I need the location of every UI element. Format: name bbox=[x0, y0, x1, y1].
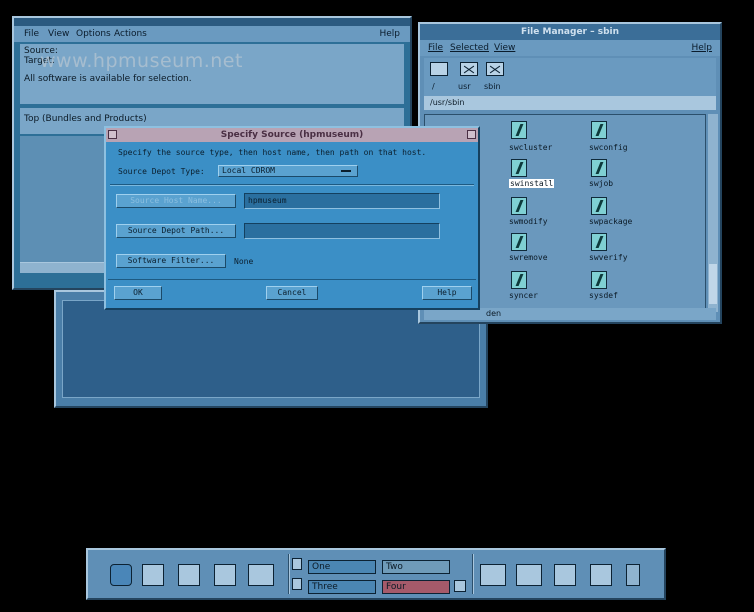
sd-menu-options[interactable]: Options bbox=[76, 26, 111, 42]
fm-path-text: /usr/sbin bbox=[430, 98, 465, 107]
source-host-name-button[interactable]: Source Host Name... bbox=[116, 194, 236, 208]
panel-divider-2 bbox=[472, 554, 474, 594]
file-label-swcluster[interactable]: swcluster bbox=[509, 143, 552, 152]
dialog-instruction: Specify the source type, then host name,… bbox=[118, 148, 427, 157]
root-folder-icon[interactable] bbox=[430, 62, 448, 76]
fm-path-field[interactable]: /usr/sbin bbox=[424, 96, 716, 110]
software-filter-value: None bbox=[234, 257, 254, 266]
sbin-folder-label: sbin bbox=[484, 82, 501, 91]
software-filter-button[interactable]: Software Filter... bbox=[116, 254, 226, 268]
source-depot-path-field[interactable] bbox=[244, 223, 440, 239]
workspace-one[interactable]: One bbox=[308, 560, 376, 574]
watermark: www.hpmuseum.net bbox=[40, 50, 243, 72]
printer-icon[interactable] bbox=[480, 564, 506, 586]
swconfig-file-icon[interactable] bbox=[591, 121, 607, 139]
source-depot-path-button[interactable]: Source Depot Path... bbox=[116, 224, 236, 238]
trash-icon[interactable] bbox=[626, 564, 640, 586]
fm-menubar: File Selected View Help bbox=[420, 40, 720, 56]
dialog-separator bbox=[110, 184, 474, 186]
file-label-swpackage[interactable]: swpackage bbox=[589, 217, 632, 226]
swremove-file-icon[interactable] bbox=[511, 233, 527, 251]
sd-menubar: File View Options Actions Help bbox=[14, 26, 410, 42]
file-label-syncer[interactable]: syncer bbox=[509, 291, 538, 300]
workspace-four[interactable]: Four bbox=[382, 580, 450, 594]
swpackage-file-icon[interactable] bbox=[591, 197, 607, 215]
fm-path-folders: / usr sbin bbox=[424, 58, 716, 96]
option-menu-indicator-icon bbox=[341, 170, 351, 172]
sd-menu-view[interactable]: View bbox=[48, 26, 69, 42]
specify-source-dialog[interactable]: Specify Source (hpmuseum) Specify the so… bbox=[104, 126, 480, 310]
source-host-name-value: hpmuseum bbox=[248, 196, 287, 205]
depot-type-select[interactable]: Local CDROM bbox=[218, 165, 358, 177]
sd-menu-file[interactable]: File bbox=[24, 26, 39, 42]
file-label-sysdef[interactable]: sysdef bbox=[589, 291, 618, 300]
front-panel: One Two Three Four bbox=[86, 548, 666, 600]
file-label-swverify[interactable]: swverify bbox=[589, 253, 628, 262]
fm-vertical-scrollbar[interactable] bbox=[708, 114, 718, 312]
swcluster-file-icon[interactable] bbox=[511, 121, 527, 139]
fm-menu-selected[interactable]: Selected bbox=[450, 40, 489, 56]
mail-icon[interactable] bbox=[248, 564, 274, 586]
application-manager-icon[interactable] bbox=[554, 564, 576, 586]
fm-menu-help[interactable]: Help bbox=[691, 40, 712, 56]
file-label-swremove[interactable]: swremove bbox=[509, 253, 548, 262]
dialog-button-bar: OK Cancel Help bbox=[108, 279, 476, 306]
swinstall-file-icon[interactable] bbox=[511, 159, 527, 177]
usr-folder-icon[interactable] bbox=[460, 62, 478, 76]
calendar-icon[interactable] bbox=[142, 564, 164, 586]
sd-availability-text: All software is available for selection. bbox=[24, 74, 192, 84]
depot-type-value: Local CDROM bbox=[222, 166, 275, 175]
lock-icon[interactable] bbox=[292, 558, 302, 570]
sd-menu-help[interactable]: Help bbox=[379, 26, 400, 42]
ok-button[interactable]: OK bbox=[114, 286, 162, 300]
source-host-name-field[interactable]: hpmuseum bbox=[244, 193, 440, 209]
depot-type-label: Source Depot Type: bbox=[118, 167, 205, 176]
swmodify-file-icon[interactable] bbox=[511, 197, 527, 215]
fm-status-text: den bbox=[486, 309, 502, 318]
panel-divider bbox=[288, 554, 290, 594]
window-menu-icon[interactable] bbox=[108, 130, 117, 139]
style-manager-icon[interactable] bbox=[516, 564, 542, 586]
syncer-file-icon[interactable] bbox=[511, 271, 527, 289]
clock-icon[interactable] bbox=[110, 564, 132, 586]
file-manager-title[interactable]: File Manager – sbin bbox=[420, 24, 720, 40]
usr-folder-label: usr bbox=[458, 82, 471, 91]
file-label-swinstall[interactable]: swinstall bbox=[509, 179, 555, 188]
help-manager-icon[interactable] bbox=[590, 564, 612, 586]
fm-menu-view[interactable]: View bbox=[494, 40, 515, 56]
sysdef-file-icon[interactable] bbox=[591, 271, 607, 289]
sd-menu-actions[interactable]: Actions bbox=[114, 26, 147, 42]
sd-list-header-text: Top (Bundles and Products) bbox=[24, 114, 147, 124]
cancel-button[interactable]: Cancel bbox=[266, 286, 318, 300]
fm-scroll-thumb[interactable] bbox=[709, 264, 717, 304]
swverify-file-icon[interactable] bbox=[591, 233, 607, 251]
help-button[interactable]: Help bbox=[422, 286, 472, 300]
minimize-icon[interactable] bbox=[467, 130, 476, 139]
file-manager-icon[interactable] bbox=[178, 564, 200, 586]
sbin-folder-icon[interactable] bbox=[486, 62, 504, 76]
exit-icon[interactable] bbox=[292, 578, 302, 590]
busy-light-icon bbox=[454, 580, 466, 592]
file-label-swjob[interactable]: swjob bbox=[589, 179, 613, 188]
fm-menu-file[interactable]: File bbox=[428, 40, 443, 56]
workspace-three[interactable]: Three bbox=[308, 580, 376, 594]
swjob-file-icon[interactable] bbox=[591, 159, 607, 177]
root-folder-label: / bbox=[432, 82, 435, 91]
text-editor-icon[interactable] bbox=[214, 564, 236, 586]
dialog-title[interactable]: Specify Source (hpmuseum) bbox=[106, 128, 478, 142]
file-label-swconfig[interactable]: swconfig bbox=[589, 143, 628, 152]
file-label-swmodify[interactable]: swmodify bbox=[509, 217, 548, 226]
workspace-two[interactable]: Two bbox=[382, 560, 450, 574]
